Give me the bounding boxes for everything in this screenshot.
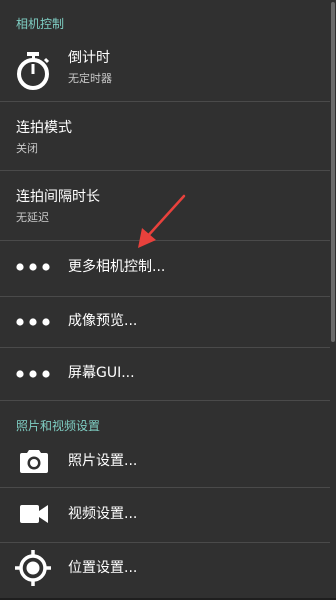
pref-burst-interval-title: 连拍间隔时长 [16,189,100,205]
pref-more-camera-controls-title: 更多相机控制... [68,259,166,275]
more-dots-icon [16,263,50,271]
camera-icon [20,450,48,473]
annotation-arrow [138,194,186,248]
divider [0,400,330,401]
pref-timer-title: 倒计时 [68,50,110,66]
pref-preview[interactable]: 成像预览... [0,297,330,347]
pref-video-settings[interactable]: 视频设置... [0,488,330,542]
pref-burst-mode[interactable]: 连拍模式 关闭 [0,102,330,170]
pref-screen-gui-title: 屏幕GUI... [68,365,135,381]
gps-location-icon [15,550,51,586]
pref-burst-interval-summary: 无延迟 [16,211,49,224]
scrollbar[interactable] [331,2,335,342]
settings-screen: 相机控制 倒计时 无定时器 连拍模式 关闭 连拍间隔时长 无延迟 更多相机控制.… [0,0,336,600]
pref-location-settings[interactable]: 位置设置... [0,543,330,598]
pref-photo-settings-title: 照片设置... [68,453,138,469]
section-header-camera-controls: 相机控制 [16,17,65,31]
pref-timer-summary: 无定时器 [68,72,112,85]
pref-screen-gui[interactable]: 屏幕GUI... [0,348,330,400]
pref-burst-mode-title: 连拍模式 [16,120,72,136]
video-camera-icon [20,505,48,523]
pref-preview-title: 成像预览... [68,313,138,329]
stopwatch-icon [17,52,50,90]
pref-photo-settings[interactable]: 照片设置... [0,436,330,487]
pref-video-settings-title: 视频设置... [68,506,138,522]
pref-burst-mode-summary: 关闭 [16,142,38,155]
pref-timer[interactable]: 倒计时 无定时器 [0,36,330,100]
section-header-photo-video: 照片和视频设置 [16,419,101,433]
pref-location-settings-title: 位置设置... [68,560,138,576]
more-dots-icon [16,318,50,326]
more-dots-icon [16,370,50,378]
